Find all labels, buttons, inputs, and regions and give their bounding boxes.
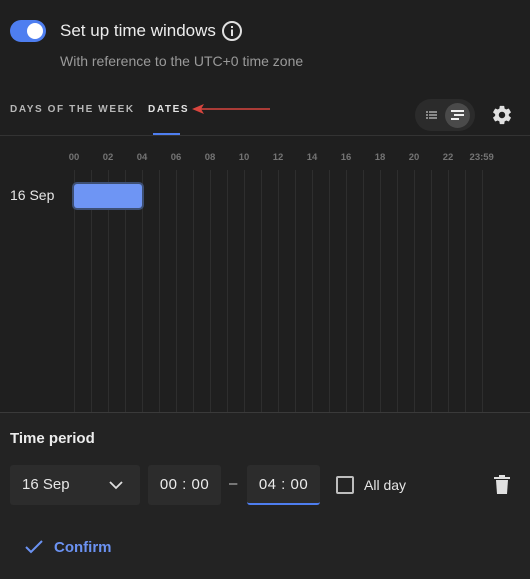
chevron-down-icon: [109, 481, 123, 490]
hour-label: 16: [340, 152, 352, 163]
hour-label: 00: [68, 152, 80, 163]
end-time-input[interactable]: 04 : 00: [247, 465, 320, 505]
gridline: [312, 170, 313, 412]
gridline: [227, 170, 228, 412]
gridline: [244, 170, 245, 412]
tab-days-of-the-week[interactable]: DAYS OF THE WEEK: [10, 103, 135, 117]
gridline: [329, 170, 330, 412]
gridline: [210, 170, 211, 412]
hour-label: 08: [204, 152, 216, 163]
gridline: [482, 170, 483, 412]
hour-label: 18: [374, 152, 386, 163]
hour-label: 14: [306, 152, 318, 163]
hour-label: 23:59: [469, 152, 494, 163]
date-select[interactable]: 16 Sep: [10, 465, 140, 505]
time-range-separator: –: [229, 475, 238, 492]
hour-label: 04: [136, 152, 148, 163]
gear-icon[interactable]: [491, 104, 513, 126]
hour-label: 10: [238, 152, 250, 163]
timeline-view-icon: [451, 110, 464, 120]
hour-label: 12: [272, 152, 284, 163]
annotation-arrow-icon: [192, 104, 270, 114]
all-day-checkbox[interactable]: [336, 476, 354, 494]
gridline: [142, 170, 143, 412]
start-time-input[interactable]: 00 : 00: [148, 465, 221, 505]
confirm-label: Confirm: [54, 539, 112, 556]
trash-icon[interactable]: [492, 474, 512, 496]
gridline: [380, 170, 381, 412]
gridline: [397, 170, 398, 412]
gridline: [431, 170, 432, 412]
check-icon: [25, 540, 43, 554]
page-title: Set up time windows: [60, 21, 216, 40]
time-window-block[interactable]: [74, 184, 142, 208]
gridline: [261, 170, 262, 412]
timeline-row-label: 16 Sep: [10, 187, 55, 203]
hour-label: 20: [408, 152, 420, 163]
list-view-icon[interactable]: [421, 104, 441, 126]
tab-dates[interactable]: DATES: [148, 103, 189, 117]
date-select-value: 16 Sep: [22, 476, 70, 493]
timeline-grid: 16 Sep 00 02 04 06 08 10 12 14 16 18 20 22 23:59: [0, 136, 530, 412]
hour-label: 22: [442, 152, 454, 163]
timeline-view-button[interactable]: [445, 103, 470, 128]
timezone-subtitle: With reference to the UTC+0 time zone: [60, 53, 304, 69]
hour-label: 06: [170, 152, 182, 163]
gridline: [159, 170, 160, 412]
confirm-button[interactable]: Confirm: [12, 530, 124, 564]
gridline: [295, 170, 296, 412]
gridline: [278, 170, 279, 412]
gridline: [346, 170, 347, 412]
gridline: [176, 170, 177, 412]
gridline: [414, 170, 415, 412]
time-period-title: Time period: [10, 430, 95, 447]
toggle-knob: [27, 23, 43, 39]
info-icon[interactable]: [221, 20, 243, 42]
gridline: [193, 170, 194, 412]
gridline: [448, 170, 449, 412]
time-windows-toggle[interactable]: [10, 20, 46, 42]
hour-label: 02: [102, 152, 114, 163]
all-day-label: All day: [364, 477, 407, 493]
gridline: [363, 170, 364, 412]
gridline: [465, 170, 466, 412]
